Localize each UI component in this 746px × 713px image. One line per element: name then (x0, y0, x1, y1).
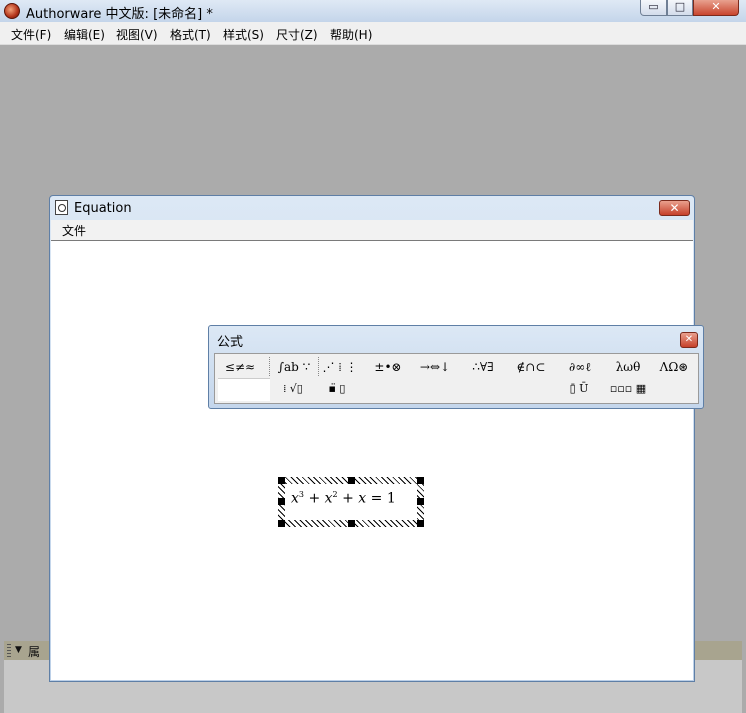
misc-symbols-button[interactable]: ∂∞ℓ (559, 358, 601, 376)
resize-handle-se[interactable] (417, 520, 424, 527)
palette-empty-slot (218, 378, 270, 401)
authorware-logo-icon (4, 3, 20, 19)
menu-edit[interactable]: 编辑(E) (64, 26, 105, 43)
menu-help[interactable]: 帮助(H) (330, 26, 372, 43)
greek-lower-button[interactable]: λωθ (607, 358, 649, 376)
matrix-button[interactable]: ▫▫▫ ▦ (607, 379, 649, 399)
equation-equals: = (366, 490, 387, 507)
app-title-bar: Authorware 中文版: [未命名] * ▭ □ ✕ (0, 0, 746, 22)
logic-button[interactable]: ∴∀∃ (462, 358, 504, 376)
equation-base-1: x (291, 490, 299, 507)
equation-term-3: x (358, 490, 367, 507)
palette-divider (318, 357, 320, 376)
menu-file[interactable]: 文件(F) (11, 26, 51, 43)
relations-button[interactable]: ≤≠≈ (218, 358, 262, 376)
app-title: Authorware 中文版: [未命名] * (26, 7, 213, 22)
resize-handle-n[interactable] (348, 477, 355, 484)
resize-handle-e[interactable] (417, 498, 424, 505)
palette-divider (269, 357, 271, 376)
subscript-button[interactable]: ▪̈ ▯ (321, 379, 353, 399)
collapse-arrow-icon[interactable]: ▼ (15, 641, 22, 660)
menu-style[interactable]: 样式(S) (223, 26, 264, 43)
equation-rhs: 1 (386, 490, 396, 507)
drag-grip-icon[interactable] (7, 644, 11, 657)
equation-app-icon (55, 200, 68, 215)
greek-upper-button[interactable]: ΛΩ⊛ (652, 358, 696, 376)
maximize-button[interactable]: □ (667, 0, 693, 16)
equation-canvas[interactable] (51, 241, 693, 680)
equation-menu-bar: 文件 (51, 220, 693, 241)
resize-handle-s[interactable] (348, 520, 355, 527)
palette-body: ≤≠≈ ∫ab ∵ ⋰ ⁞ ⋮ ±•⊗ →⇔↓ ∴∀∃ ∉∩⊂ ∂∞ℓ λωθ … (214, 353, 699, 404)
resize-handle-sw[interactable] (278, 520, 285, 527)
equation-title-bar: Equation ✕ (50, 196, 694, 220)
fraction-radical-button[interactable]: ⁞ √▯ (275, 379, 311, 399)
equation-menu-file[interactable]: 文件 (62, 222, 86, 239)
resize-handle-ne[interactable] (417, 477, 424, 484)
equation-formula: x3 + x2 + x = 1 (291, 490, 396, 507)
equation-base-2: x (324, 490, 333, 507)
formula-palette: 公式 ✕ ≤≠≈ ∫ab ∵ ⋰ ⁞ ⋮ ±•⊗ →⇔↓ ∴∀∃ ∉∩⊂ ∂∞ℓ… (208, 325, 704, 409)
embellishments-button[interactable]: ⋰ ⁞ ⋮ (321, 358, 359, 376)
resize-handle-nw[interactable] (278, 477, 285, 484)
minimize-button[interactable]: ▭ (640, 0, 667, 16)
palette-title: 公式 (217, 335, 244, 350)
operators-button[interactable]: ±•⊗ (367, 358, 409, 376)
close-button[interactable]: ✕ (693, 0, 739, 16)
menu-size[interactable]: 尺寸(Z) (276, 26, 318, 43)
properties-label: 属 (28, 645, 41, 659)
equation-close-button[interactable]: ✕ (659, 200, 690, 216)
equation-window: Equation ✕ 文件 (49, 195, 695, 682)
equation-op-2: + (337, 490, 359, 507)
menu-bar: 文件(F) 编辑(E) 视图(V) 格式(T) 样式(S) 尺寸(Z) 帮助(H… (0, 22, 746, 45)
menu-format[interactable]: 格式(T) (170, 26, 211, 43)
arrows-button[interactable]: →⇔↓ (413, 358, 457, 376)
set-theory-button[interactable]: ∉∩⊂ (509, 358, 553, 376)
resize-handle-w[interactable] (278, 498, 285, 505)
equation-content: x3 + x2 + x = 1 (285, 484, 417, 520)
equation-window-title: Equation (74, 201, 132, 216)
menu-view[interactable]: 视图(V) (116, 26, 158, 43)
spaces-button[interactable]: ∫ab ∵ (273, 358, 315, 376)
palette-close-button[interactable]: ✕ (680, 332, 698, 348)
equation-object[interactable]: x3 + x2 + x = 1 (278, 477, 424, 527)
underbar-overbar-button[interactable]: ▯̄ Ū (559, 379, 599, 399)
equation-op-1: + (304, 490, 325, 507)
